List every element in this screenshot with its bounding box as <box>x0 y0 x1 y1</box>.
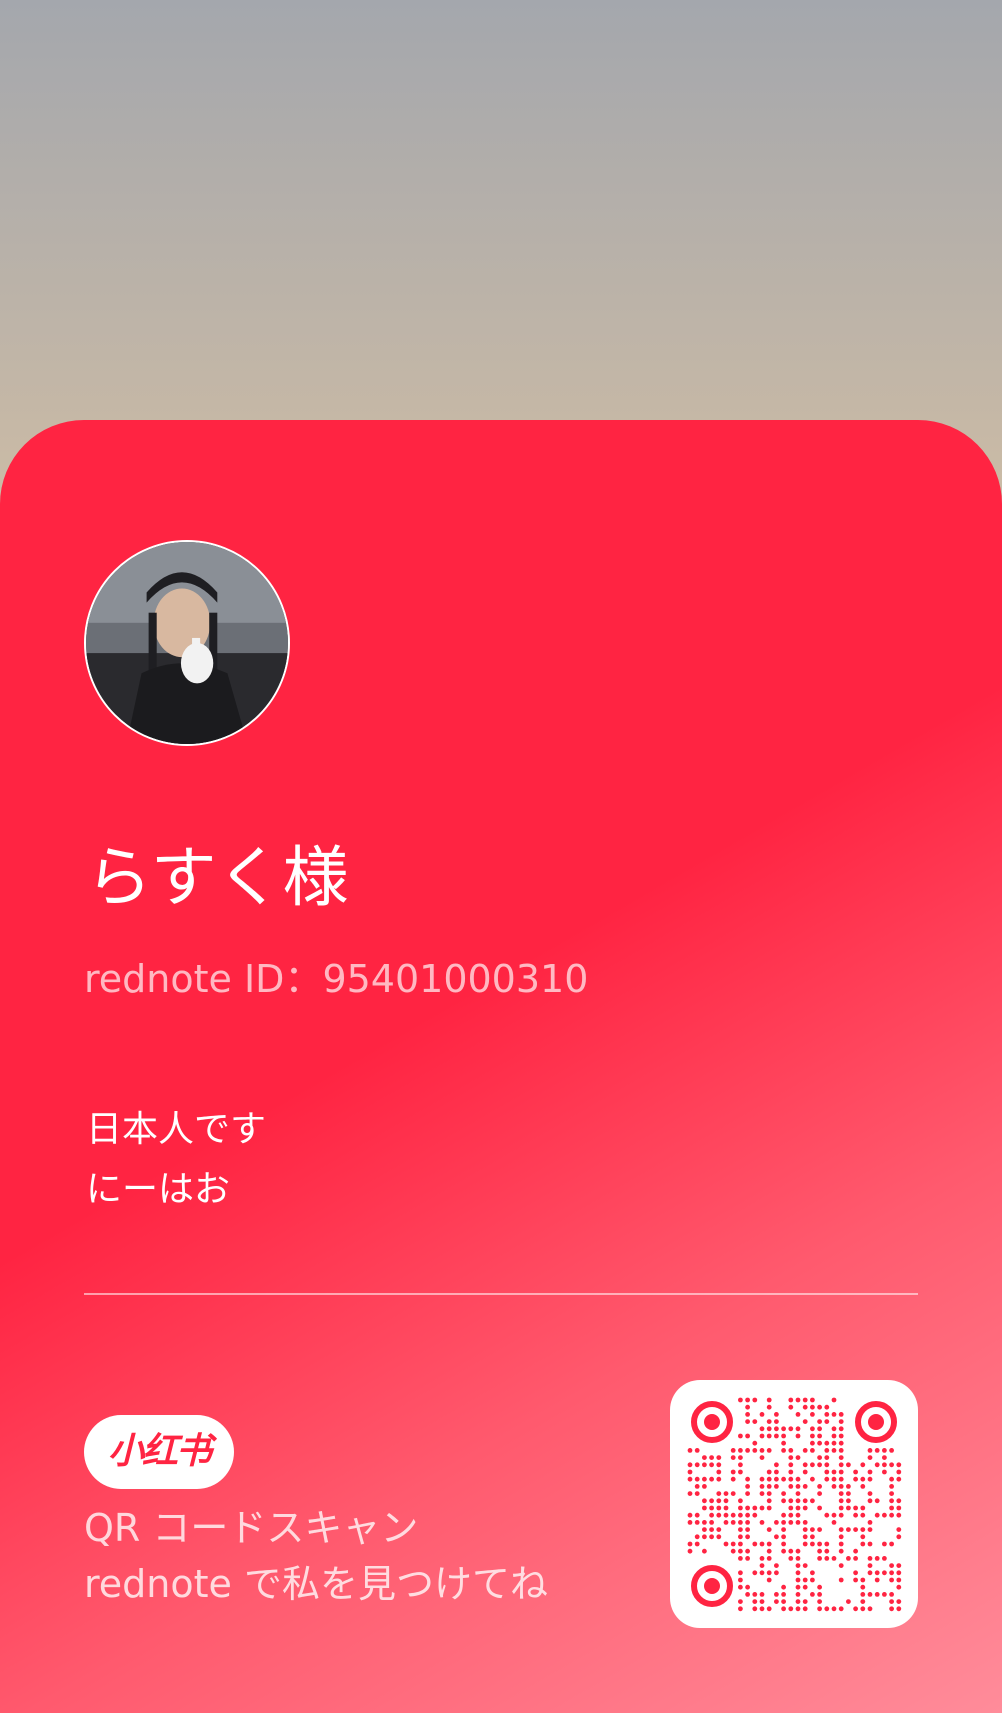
divider <box>84 1293 918 1295</box>
display-name: らすく様 <box>86 839 349 916</box>
rednote-logo: 小红书 <box>84 1415 234 1489</box>
qr-code[interactable] <box>670 1380 918 1628</box>
bio-line: にーはお <box>86 1169 231 1210</box>
scan-instructions: QR コードスキャン rednote で私を見つけてね <box>84 1500 548 1612</box>
qr-code-icon <box>687 1397 902 1612</box>
profile-card: らすく様 rednote ID：95401000310 日本人です にーはお 小… <box>0 420 1002 1713</box>
logo-text: 小红书 <box>107 1431 212 1472</box>
rednote-id: rednote ID：95401000310 <box>84 957 589 1001</box>
qr-finder-icon <box>855 1401 897 1443</box>
scan-line: QR コードスキャン <box>84 1506 419 1550</box>
bio: 日本人です にーはお <box>86 1100 266 1220</box>
qr-finder-icon <box>691 1401 733 1443</box>
scan-line: rednote で私を見つけてね <box>84 1562 548 1606</box>
avatar-image <box>86 542 288 744</box>
qr-finder-icon <box>691 1565 733 1607</box>
avatar[interactable] <box>84 540 290 746</box>
bio-line: 日本人です <box>86 1109 267 1150</box>
